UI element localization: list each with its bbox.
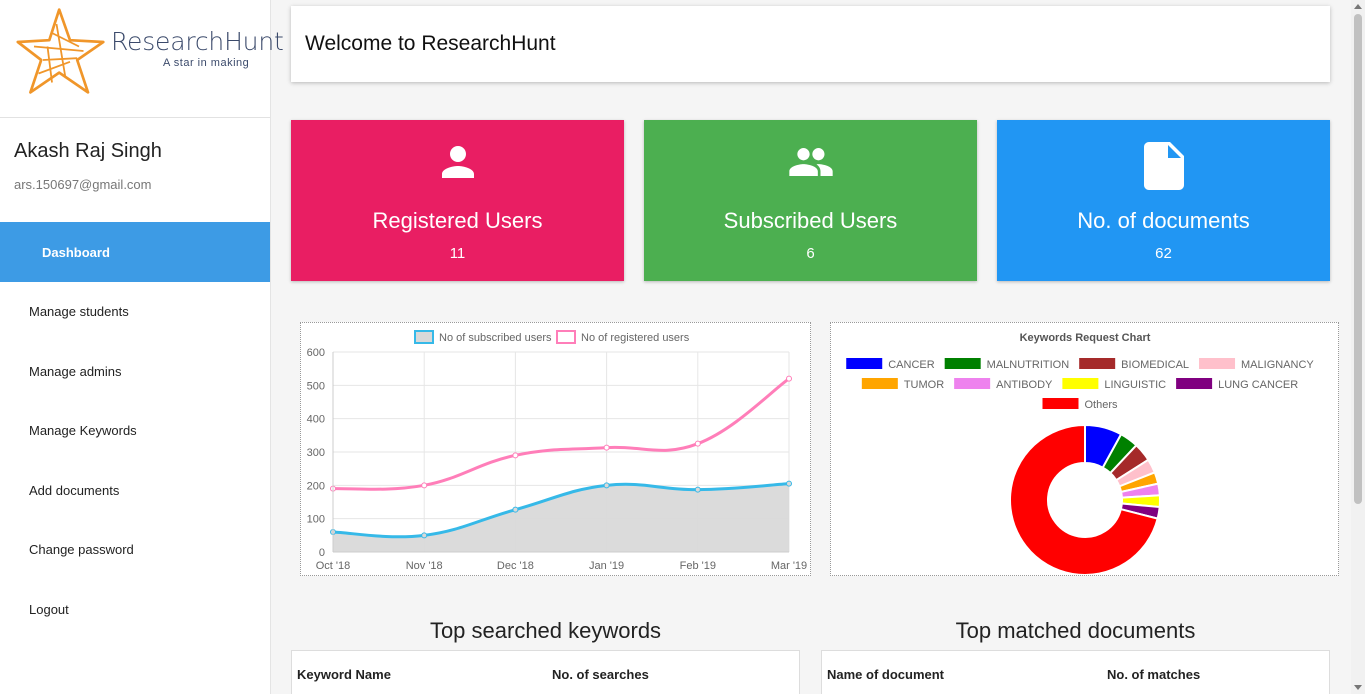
legend-label: MALNUTRITION: [987, 359, 1070, 371]
y-tick-label: 0: [319, 547, 325, 559]
legend-label: Others: [1084, 399, 1118, 411]
keywords-table-title: Top searched keywords: [429, 618, 662, 643]
legend-swatch: [954, 378, 991, 389]
user-name: Akash Raj Singh: [14, 140, 162, 162]
column-header[interactable]: Keyword Name: [297, 667, 391, 682]
series-line: [332, 377, 790, 491]
legend-swatch: [1079, 358, 1116, 369]
x-tick-label: Jan '19: [589, 560, 624, 572]
y-tick-label: 500: [307, 380, 325, 392]
star-logo-icon: [16, 8, 105, 94]
legend-label: LINGUISTIC: [1104, 379, 1166, 391]
keywords-doughnut-chart: Keywords Request Chart CANCER MALNUTRITION…: [830, 322, 1339, 576]
nav-item-add-documents[interactable]: Add documents: [0, 461, 270, 521]
documents-table-title: Top matched documents: [955, 618, 1196, 643]
sidebar-nav: Dashboard Manage students Manage admins …: [0, 222, 270, 639]
main-content: Welcome to ResearchHunt Registered Users…: [271, 0, 1351, 694]
people-icon: [788, 148, 833, 176]
sidebar: ResearchHunt A star in making Akash Raj …: [0, 0, 284, 694]
scroll-down-arrow-icon[interactable]: [1354, 685, 1362, 690]
users-line-chart: No of subscribed users No of registered u…: [300, 322, 811, 576]
card-value: 11: [449, 245, 466, 262]
person-icon: [441, 146, 474, 178]
data-point: [512, 506, 519, 513]
legend-swatch: [846, 358, 883, 369]
legend-label: MALIGNANCY: [1241, 359, 1314, 371]
documents-table: Name of document No. of matches: [821, 650, 1330, 694]
y-tick-label: 200: [307, 480, 325, 492]
y-tick-label: 100: [307, 514, 325, 526]
x-tick-label: Dec '18: [497, 560, 534, 572]
chart-title: Keywords Request Chart: [1020, 332, 1151, 344]
legend-swatch: [944, 358, 981, 369]
scroll-thumb[interactable]: [1354, 14, 1362, 504]
brand-tagline: A star in making: [163, 57, 250, 69]
scroll-up-arrow-icon[interactable]: [1354, 4, 1362, 9]
user-profile: Akash Raj Singh ars.150697@gmail.com: [0, 118, 270, 222]
registered-users-card[interactable]: Registered Users 11: [291, 120, 624, 281]
legend-swatch: [556, 330, 576, 344]
data-point: [421, 482, 428, 489]
data-point: [603, 444, 610, 451]
legend-label: CANCER: [888, 359, 935, 371]
nav-item-change-password[interactable]: Change password: [0, 520, 270, 580]
nav-item-manage-students[interactable]: Manage students: [0, 282, 270, 342]
documents-card[interactable]: No. of documents 62: [997, 120, 1330, 281]
page-scrollbar[interactable]: [1351, 0, 1365, 694]
x-tick-label: Nov '18: [406, 560, 443, 572]
line-chart-svg: No of subscribed users No of registered u…: [307, 330, 807, 572]
column-header[interactable]: No. of matches: [1107, 667, 1200, 682]
nav-item-logout[interactable]: Logout: [0, 580, 270, 640]
nav-item-manage-admins[interactable]: Manage admins: [0, 342, 270, 402]
legend-label: ANTIBODY: [996, 379, 1053, 391]
nav-item-manage-keywords[interactable]: Manage Keywords: [0, 401, 270, 461]
x-tick-label: Feb '19: [680, 560, 716, 572]
legend-swatch: [414, 330, 434, 344]
card-value: 62: [1155, 245, 1172, 262]
brand-name: ResearchHunt: [111, 27, 284, 56]
legend-label: LUNG CANCER: [1218, 379, 1298, 391]
legend-swatch: [861, 378, 898, 389]
data-point: [512, 452, 519, 459]
welcome-banner: Welcome to ResearchHunt: [291, 6, 1330, 82]
y-tick-label: 300: [307, 447, 325, 459]
legend-label: No of subscribed users: [439, 332, 552, 344]
keywords-table: Keyword Name No. of searches: [291, 650, 800, 694]
subscribed-users-card[interactable]: Subscribed Users 6: [644, 120, 977, 281]
data-point: [694, 486, 701, 493]
card-label: Registered Users: [372, 208, 543, 233]
column-header[interactable]: Name of document: [827, 667, 944, 682]
legend-label: TUMOR: [904, 379, 944, 391]
data-point: [786, 480, 792, 487]
legend-label: No of registered users: [581, 332, 690, 344]
user-email: ars.150697@gmail.com: [14, 177, 152, 192]
data-point: [421, 532, 428, 539]
y-tick-label: 600: [307, 347, 325, 359]
y-tick-label: 400: [307, 414, 325, 426]
doughnut-chart-svg: Keywords Request Chart CANCER MALNUTRITION…: [846, 332, 1314, 576]
x-tick-label: Oct '18: [316, 560, 351, 572]
x-tick-label: Mar '19: [771, 560, 807, 572]
card-value: 6: [806, 245, 815, 262]
column-header[interactable]: No. of searches: [552, 667, 649, 682]
legend-label: BIOMEDICAL: [1121, 359, 1189, 371]
nav-item-dashboard[interactable]: Dashboard: [0, 222, 270, 282]
document-icon: [1143, 142, 1184, 190]
data-point: [694, 440, 701, 447]
card-label: No. of documents: [1077, 208, 1250, 233]
card-label: Subscribed Users: [723, 208, 898, 233]
legend-swatch: [1176, 378, 1213, 389]
data-point: [603, 482, 610, 489]
legend-swatch: [1042, 398, 1079, 409]
data-point: [786, 375, 792, 382]
legend-swatch: [1199, 358, 1236, 369]
legend-swatch: [1062, 378, 1099, 389]
logo[interactable]: ResearchHunt A star in making: [0, 0, 284, 118]
